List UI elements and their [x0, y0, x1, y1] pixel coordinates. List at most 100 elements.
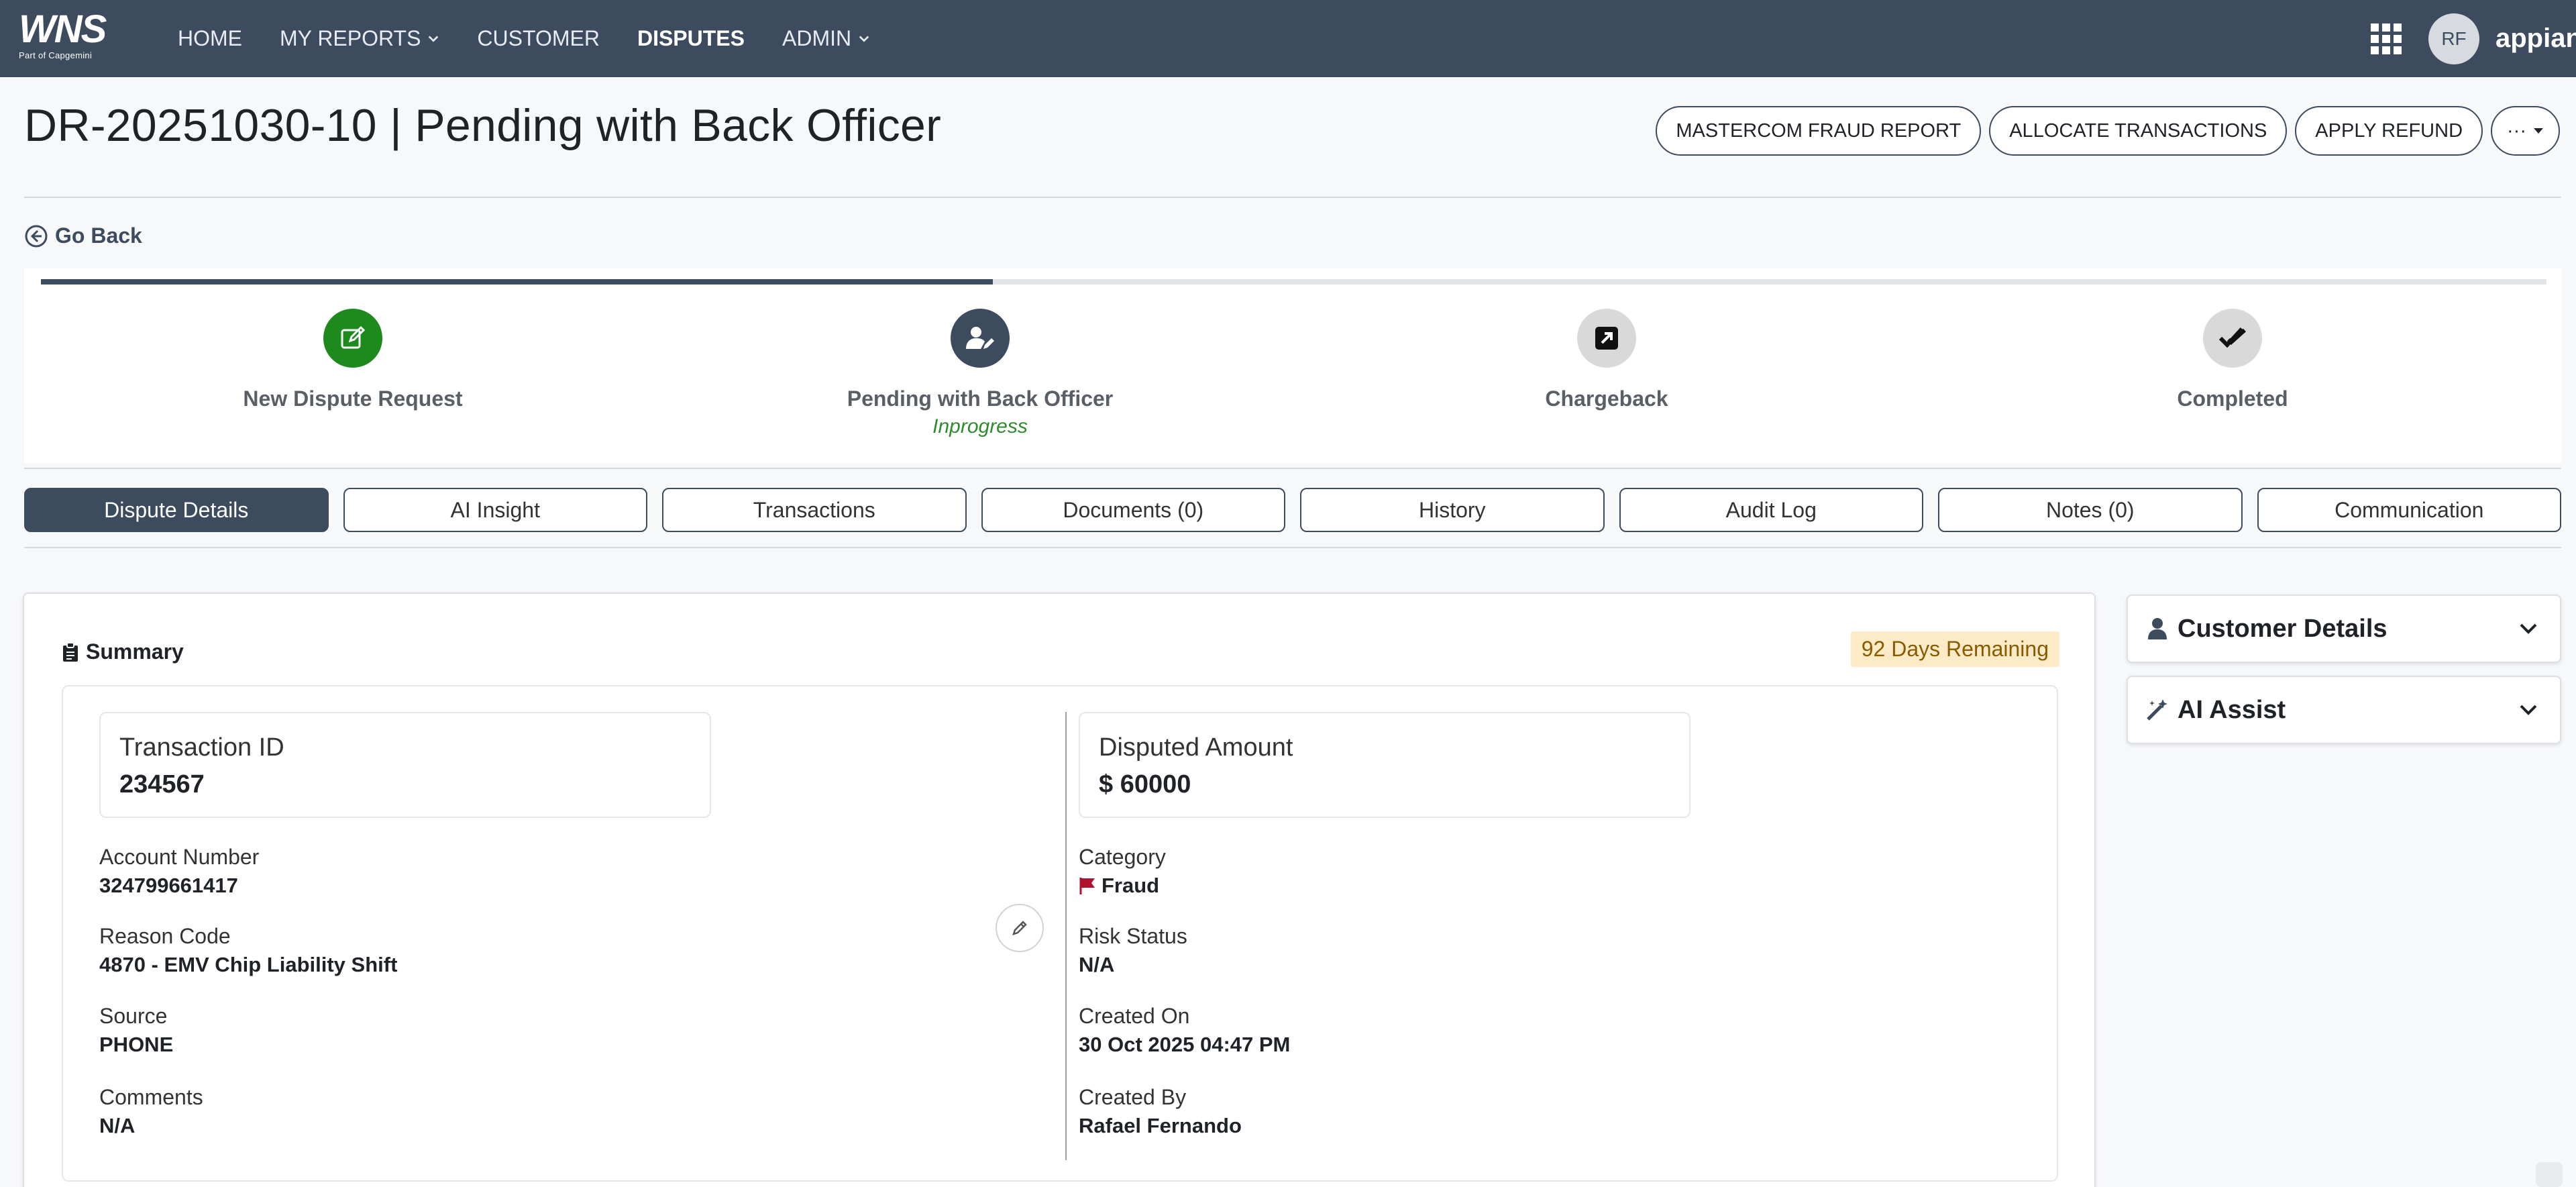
ai-assist-panel[interactable]: AI Assist [2127, 676, 2561, 744]
customer-details-panel[interactable]: Customer Details [2127, 595, 2561, 663]
detail-tabs: Dispute Details AI Insight Transactions … [24, 488, 2561, 532]
external-link-icon [1577, 309, 1636, 368]
tab-audit-log[interactable]: Audit Log [1619, 488, 1923, 532]
field-label: Source [99, 1004, 168, 1028]
disputed-amount-label: Disputed Amount [1099, 733, 1293, 762]
mastercom-fraud-report-button[interactable]: MASTERCOM FRAUD REPORT [1656, 106, 1982, 156]
main-menu: HOME MY REPORTS CUSTOMER DISPUTES ADMIN [178, 0, 908, 77]
progress-fill [41, 279, 994, 285]
feedback-icon[interactable] [2536, 1162, 2563, 1187]
logo-text: WNS [19, 7, 107, 51]
nav-right-area: RF appian [2371, 0, 2576, 77]
nav-customer[interactable]: CUSTOMER [477, 26, 600, 51]
header-actions: MASTERCOM FRAUD REPORT ALLOCATE TRANSACT… [1656, 106, 2560, 156]
header-divider [24, 197, 2561, 198]
progress-divider [24, 468, 2561, 469]
wns-logo[interactable]: WNS Part of Capgemini [19, 7, 107, 60]
magic-wand-icon [2147, 699, 2167, 721]
disputed-amount-card: Disputed Amount $ 60000 [1079, 712, 1690, 818]
tab-notes[interactable]: Notes (0) [1938, 488, 2243, 532]
tab-dispute-details[interactable]: Dispute Details [24, 488, 329, 532]
created-by-field: Created By Rafael Fernando [1079, 1085, 1242, 1138]
field-label: Created On [1079, 1004, 1190, 1028]
top-navigation-bar: WNS Part of Capgemini HOME MY REPORTS CU… [0, 0, 2576, 77]
field-value: Fraud [1102, 874, 1160, 897]
chevron-down-icon [429, 35, 439, 42]
nav-my-reports[interactable]: MY REPORTS [280, 26, 439, 51]
transaction-id-value: 234567 [119, 770, 205, 798]
user-edit-icon [951, 309, 1010, 368]
account-number-field: Account Number 324799661417 [99, 845, 259, 898]
field-label: Created By [1079, 1085, 1187, 1109]
step-new-dispute-request: New Dispute Request [152, 309, 554, 411]
step-label: Chargeback [1545, 386, 1668, 411]
step-chargeback: Chargeback [1405, 309, 1808, 411]
summary-heading: Summary [62, 639, 184, 664]
nav-home[interactable]: HOME [178, 26, 242, 51]
page-title: DR-20251030-10 | Pending with Back Offic… [24, 100, 942, 151]
edit-reason-code-button[interactable] [996, 904, 1044, 952]
nav-admin-label: ADMIN [782, 26, 852, 50]
summary-details: Transaction ID 234567 Disputed Amount $ … [62, 685, 2058, 1182]
nav-admin[interactable]: ADMIN [782, 26, 870, 51]
go-back-label: Go Back [55, 223, 142, 248]
nav-disputes[interactable]: DISPUTES [637, 26, 745, 51]
transaction-id-label: Transaction ID [119, 733, 284, 762]
tab-ai-insight[interactable]: AI Insight [343, 488, 647, 532]
days-remaining-badge: 92 Days Remaining [1850, 631, 2059, 667]
dispute-progress-tracker: New Dispute Request Pending with Back Of… [24, 268, 2561, 463]
tab-communication[interactable]: Communication [2257, 488, 2561, 532]
step-label: Pending with Back Officer [847, 386, 1114, 411]
field-label: Risk Status [1079, 924, 1187, 948]
nav-customer-label: CUSTOMER [477, 26, 600, 50]
chevron-down-icon [859, 35, 869, 42]
risk-status-field: Risk Status N/A [1079, 924, 1187, 977]
field-value: N/A [1079, 953, 1115, 976]
field-label: Reason Code [99, 924, 231, 948]
column-divider [1065, 712, 1067, 1160]
caret-down-icon [2534, 128, 2543, 134]
appian-logo: appian [2496, 23, 2576, 53]
tab-transactions[interactable]: Transactions [662, 488, 967, 532]
source-field: Source PHONE [99, 1004, 173, 1057]
reason-code-field: Reason Code 4870 - EMV Chip Liability Sh… [99, 924, 397, 977]
clipboard-icon [63, 641, 78, 662]
flag-icon [1079, 878, 1095, 894]
tab-documents[interactable]: Documents (0) [981, 488, 1285, 532]
more-actions-button[interactable]: ··· [2491, 106, 2560, 156]
double-check-icon [2203, 309, 2262, 368]
nav-home-label: HOME [178, 26, 242, 50]
created-on-field: Created On 30 Oct 2025 04:47 PM [1079, 1004, 1290, 1057]
step-label: New Dispute Request [243, 386, 463, 411]
logo-subtext: Part of Capgemini [19, 50, 93, 60]
chevron-down-icon [2520, 705, 2537, 715]
pencil-icon [1012, 921, 1027, 935]
allocate-transactions-button[interactable]: ALLOCATE TRANSACTIONS [1989, 106, 2288, 156]
field-label: Account Number [99, 845, 260, 869]
apply-refund-button[interactable]: APPLY REFUND [2295, 106, 2483, 156]
tabs-divider [24, 547, 2561, 548]
tab-history[interactable]: History [1300, 488, 1605, 532]
field-value: PHONE [99, 1033, 174, 1056]
nav-disputes-label: DISPUTES [637, 26, 745, 50]
app-grid-icon[interactable] [2371, 23, 2402, 54]
go-back-link[interactable]: Go Back [24, 223, 142, 248]
summary-card: Summary 92 Days Remaining Transaction ID… [23, 592, 2096, 1187]
field-label: Comments [99, 1085, 203, 1109]
field-label: Category [1079, 845, 1166, 869]
field-value: 4870 - EMV Chip Liability Shift [99, 953, 398, 976]
user-avatar[interactable]: RF [2428, 13, 2479, 64]
comments-field: Comments N/A [99, 1085, 203, 1138]
field-value: 324799661417 [99, 874, 238, 897]
step-label: Completed [2177, 386, 2288, 411]
nav-my-reports-label: MY REPORTS [280, 26, 421, 50]
summary-heading-label: Summary [86, 639, 184, 664]
panel-title: Customer Details [2178, 614, 2387, 643]
field-value: 30 Oct 2025 04:47 PM [1079, 1033, 1291, 1056]
progress-track [41, 279, 2546, 285]
field-value: N/A [99, 1114, 136, 1137]
disputed-amount-value: $ 60000 [1099, 770, 1191, 798]
step-completed: Completed [2031, 309, 2434, 411]
panel-title: AI Assist [2178, 695, 2286, 724]
transaction-id-card: Transaction ID 234567 [99, 712, 711, 818]
